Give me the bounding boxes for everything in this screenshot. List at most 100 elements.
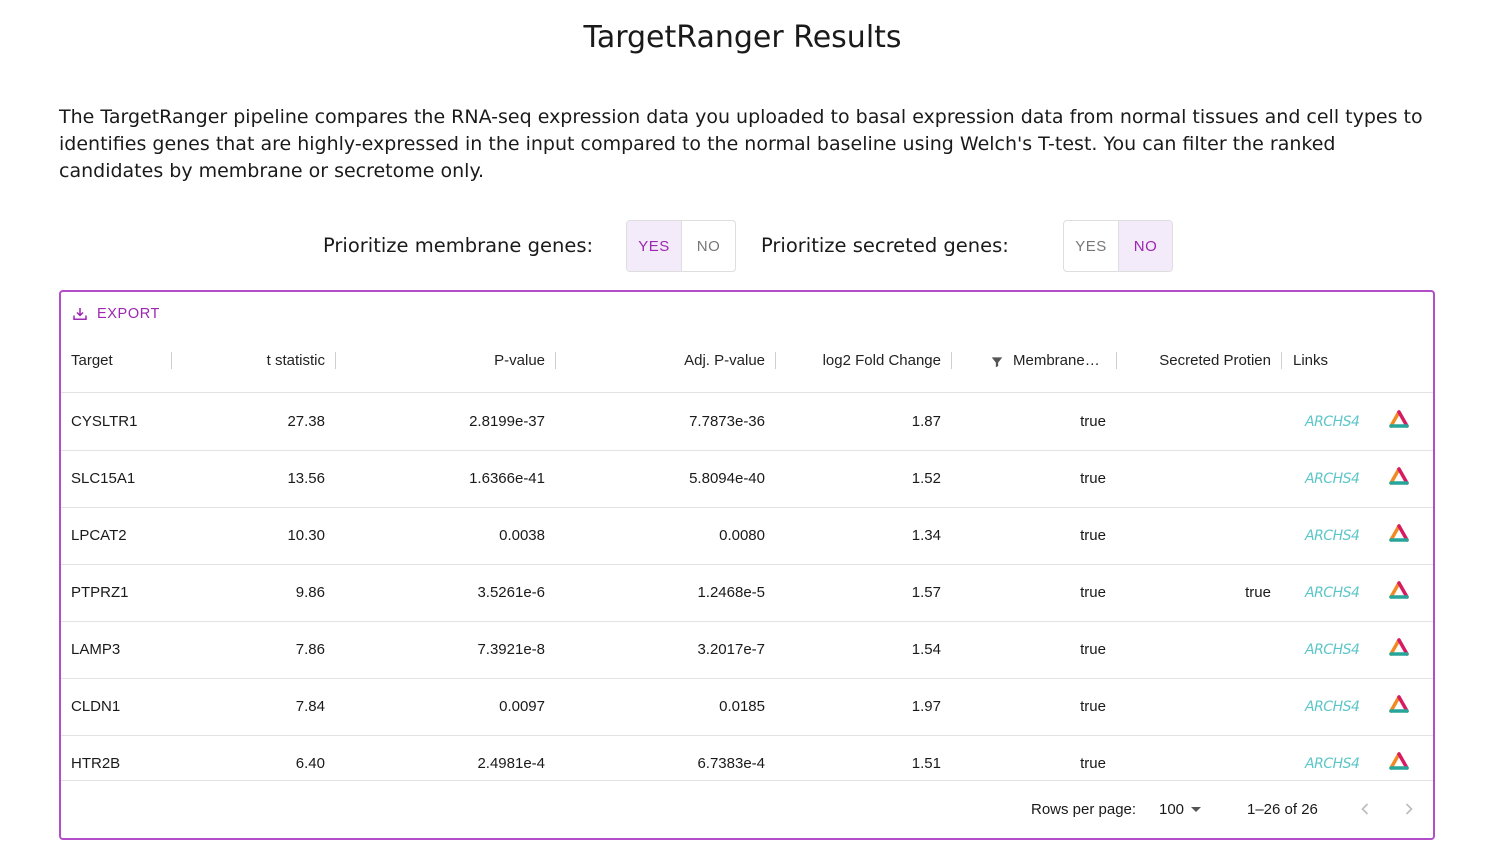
column-header-secreted-protein[interactable]: Secreted Protien [1131, 352, 1271, 369]
cell-target: LAMP3 [71, 641, 121, 658]
column-header-adj-p-value[interactable]: Adj. P-value [611, 352, 765, 369]
membrane-toggle: YES NO [626, 220, 736, 272]
secreted-toggle-label: Prioritize secreted genes: [761, 234, 1009, 257]
previous-page-icon[interactable] [1355, 799, 1375, 819]
gtex-logo-icon[interactable] [1388, 638, 1410, 658]
cell-p-value: 3.5261e-6 [477, 584, 545, 601]
page-title: TargetRanger Results [583, 20, 902, 55]
archs4-link[interactable]: ARCHS4 [1305, 585, 1360, 601]
next-page-icon[interactable] [1399, 799, 1419, 819]
gtex-logo-icon[interactable] [1388, 752, 1410, 772]
cell-membrane: true [1080, 641, 1106, 658]
cell-membrane: true [1080, 755, 1106, 772]
membrane-no-button[interactable]: NO [681, 221, 735, 271]
column-separator[interactable] [555, 352, 556, 369]
results-grid: EXPORT Target t statistic P-value Adj. P… [59, 290, 1435, 840]
archs4-link[interactable]: ARCHS4 [1305, 756, 1360, 772]
cell-t-statistic: 7.84 [295, 698, 325, 715]
column-header-p-value[interactable]: P-value [391, 352, 545, 369]
cell-target: CYSLTR1 [71, 413, 138, 430]
archs4-link[interactable]: ARCHS4 [1305, 699, 1360, 715]
cell-p-value: 1.6366e-41 [469, 470, 545, 487]
secreted-no-button[interactable]: NO [1118, 221, 1172, 271]
cell-membrane: true [1080, 584, 1106, 601]
column-header-links[interactable]: Links [1293, 352, 1328, 369]
export-button[interactable]: EXPORT [71, 305, 160, 323]
column-separator[interactable] [171, 352, 172, 369]
filter-icon[interactable] [990, 355, 1004, 369]
cell-target: PTPRZ1 [71, 584, 129, 601]
column-header-t-statistic[interactable]: t statistic [211, 352, 325, 369]
column-separator[interactable] [335, 352, 336, 369]
cell-membrane: true [1080, 527, 1106, 544]
cell-p-value: 7.3921e-8 [477, 641, 545, 658]
cell-target: LPCAT2 [71, 527, 127, 544]
cell-membrane: true [1080, 470, 1106, 487]
archs4-link[interactable]: ARCHS4 [1305, 414, 1360, 430]
page-description: The TargetRanger pipeline compares the R… [59, 106, 1423, 182]
table-row[interactable]: LPCAT2 10.30 0.0038 0.0080 1.34 true ARCHS4 [61, 507, 1433, 565]
export-label: EXPORT [97, 306, 160, 322]
cell-adj-p-value: 0.0080 [719, 527, 765, 544]
column-header-log2-fold-change[interactable]: log2 Fold Change [791, 352, 941, 369]
cell-adj-p-value: 7.7873e-36 [689, 413, 765, 430]
gtex-logo-icon[interactable] [1388, 524, 1410, 544]
cell-adj-p-value: 3.2017e-7 [697, 641, 765, 658]
cell-log2-fold-change: 1.97 [911, 698, 941, 715]
cell-target: CLDN1 [71, 698, 121, 715]
table-row[interactable]: SLC15A1 13.56 1.6366e-41 5.8094e-40 1.52 true… [61, 450, 1433, 508]
archs4-link[interactable]: ARCHS4 [1305, 642, 1360, 658]
archs4-link[interactable]: ARCHS4 [1305, 528, 1360, 544]
membrane-yes-button[interactable]: YES [627, 221, 681, 271]
cell-target: HTR2B [71, 755, 121, 772]
pagination-range: 1–26 of 26 [1247, 801, 1318, 818]
cell-t-statistic: 13.56 [287, 470, 325, 487]
secreted-yes-button[interactable]: YES [1064, 221, 1118, 271]
cell-p-value: 0.0097 [499, 698, 545, 715]
gtex-logo-icon[interactable] [1388, 410, 1410, 430]
cell-t-statistic: 7.86 [295, 641, 325, 658]
cell-membrane: true [1080, 698, 1106, 715]
rows-per-page-select[interactable]: 100 [1159, 801, 1184, 818]
cell-adj-p-value: 5.8094e-40 [689, 470, 765, 487]
archs4-link[interactable]: ARCHS4 [1305, 471, 1360, 487]
cell-log2-fold-change: 1.52 [911, 470, 941, 487]
column-separator[interactable] [1116, 352, 1117, 369]
column-separator[interactable] [1281, 352, 1282, 369]
rows-per-page-label: Rows per page: [1031, 801, 1137, 818]
cell-p-value: 2.4981e-4 [477, 755, 545, 772]
cell-log2-fold-change: 1.34 [911, 527, 941, 544]
cell-adj-p-value: 1.2468e-5 [697, 584, 765, 601]
cell-t-statistic: 9.86 [295, 584, 325, 601]
chevron-down-icon[interactable] [1191, 807, 1201, 812]
cell-p-value: 0.0038 [499, 527, 545, 544]
cell-t-statistic: 10.30 [287, 527, 325, 544]
cell-log2-fold-change: 1.54 [911, 641, 941, 658]
cell-log2-fold-change: 1.51 [911, 755, 941, 772]
table-row[interactable]: CLDN1 7.84 0.0097 0.0185 1.97 true ARCHS4 [61, 678, 1433, 736]
table-row[interactable]: LAMP3 7.86 7.3921e-8 3.2017e-7 1.54 true ARCHS… [61, 621, 1433, 679]
membrane-toggle-label: Prioritize membrane genes: [323, 234, 594, 257]
column-separator[interactable] [951, 352, 952, 369]
table-row[interactable]: PTPRZ1 9.86 3.5261e-6 1.2468e-5 1.57 true true… [61, 564, 1433, 622]
gtex-logo-icon[interactable] [1388, 467, 1410, 487]
cell-adj-p-value: 6.7383e-4 [697, 755, 765, 772]
cell-log2-fold-change: 1.57 [911, 584, 941, 601]
cell-target: SLC15A1 [71, 470, 136, 487]
cell-log2-fold-change: 1.87 [911, 413, 941, 430]
gtex-logo-icon[interactable] [1388, 695, 1410, 715]
cell-membrane: true [1080, 413, 1106, 430]
cell-t-statistic: 27.38 [287, 413, 325, 430]
column-header-target[interactable]: Target [71, 352, 113, 369]
cell-t-statistic: 6.40 [295, 755, 325, 772]
table-footer: Rows per page: 100 1–26 of 26 [61, 780, 1433, 838]
cell-p-value: 2.8199e-37 [469, 413, 545, 430]
cell-adj-p-value: 0.0185 [719, 698, 765, 715]
column-header-membrane[interactable]: Membrane… [1013, 352, 1100, 369]
gtex-logo-icon[interactable] [1388, 581, 1410, 601]
column-separator[interactable] [775, 352, 776, 369]
table-row[interactable]: CYSLTR1 27.38 2.8199e-37 7.7873e-36 1.87 true… [61, 393, 1433, 451]
download-icon [73, 308, 87, 320]
cell-secreted-protein: true [1245, 584, 1271, 601]
secreted-toggle: YES NO [1063, 220, 1173, 272]
